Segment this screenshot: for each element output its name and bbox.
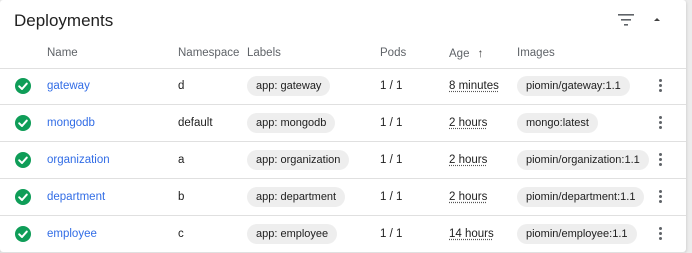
filter-icon[interactable] [618, 14, 634, 26]
age-cell[interactable]: 2 hours [449, 179, 487, 215]
label-chip: app: organization [247, 150, 350, 170]
column-header-labels: Labels [247, 47, 281, 59]
age-cell[interactable]: 8 minutes [449, 68, 499, 104]
column-header-namespace[interactable]: Namespace [178, 40, 239, 66]
age-cell[interactable]: 2 hours [449, 142, 487, 178]
table-row: gateway d app: gateway 1 / 1 8 minutes piomin… [0, 68, 686, 105]
more-vert-icon[interactable] [657, 227, 663, 241]
namespace-cell: c [178, 228, 184, 240]
more-vert-icon[interactable] [657, 153, 663, 167]
check-circle-icon [15, 115, 31, 131]
pods-cell: 1 / 1 [380, 191, 403, 203]
deployment-name-link[interactable]: department [47, 179, 105, 215]
image-chip: piomin/employee:1.1 [517, 224, 637, 244]
pods-cell: 1 / 1 [380, 117, 403, 129]
namespace-cell: d [178, 80, 185, 92]
table-row: employee c app: employee 1 / 1 14 hours piomi… [0, 216, 686, 253]
check-circle-icon [15, 152, 31, 168]
deployment-name-link[interactable]: mongodb [47, 105, 95, 141]
deployment-name-link[interactable]: gateway [47, 68, 90, 104]
namespace-cell: default [178, 117, 213, 129]
pods-cell: 1 / 1 [380, 154, 403, 166]
label-chip: app: department [247, 187, 346, 207]
card-header: Deployments [0, 0, 686, 40]
more-vert-icon[interactable] [657, 116, 663, 130]
sort-ascending-icon: ↑ [477, 46, 484, 60]
deployments-card: Deployments Name Namespace Labels Pods A… [0, 0, 686, 253]
column-header-name[interactable]: Name [47, 40, 78, 66]
check-circle-icon [15, 78, 31, 94]
check-circle-icon [15, 226, 31, 242]
card-title: Deployments [14, 11, 114, 30]
column-header-images: Images [517, 47, 555, 59]
column-header-pods: Pods [380, 47, 407, 59]
pods-cell: 1 / 1 [380, 80, 403, 92]
deployment-name-link[interactable]: organization [47, 142, 110, 178]
pods-cell: 1 / 1 [380, 228, 403, 240]
table-row: organization a app: organization 1 / 1 2 hou… [0, 142, 686, 179]
label-chip: app: employee [247, 224, 338, 244]
deployment-name-link[interactable]: employee [47, 216, 97, 252]
more-vert-icon[interactable] [657, 190, 663, 204]
column-header-age-label: Age [449, 48, 470, 60]
age-cell[interactable]: 14 hours [449, 216, 494, 252]
image-chip: mongo:latest [517, 113, 598, 133]
chevron-up-icon[interactable] [652, 14, 662, 24]
namespace-cell: a [178, 154, 185, 166]
more-vert-icon[interactable] [657, 79, 663, 93]
image-chip: piomin/department:1.1 [517, 187, 645, 207]
label-chip: app: gateway [247, 76, 331, 96]
check-circle-icon [15, 189, 31, 205]
image-chip: piomin/organization:1.1 [517, 150, 649, 170]
table-row: department b app: department 1 / 1 2 hours pi… [0, 179, 686, 216]
table-header: Name Namespace Labels Pods Age ↑ Images [0, 40, 686, 69]
label-chip: app: mongodb [247, 113, 336, 133]
image-chip: piomin/gateway:1.1 [517, 76, 630, 96]
namespace-cell: b [178, 191, 185, 203]
table-row: mongodb default app: mongodb 1 / 1 2 hours mo… [0, 105, 686, 142]
age-cell[interactable]: 2 hours [449, 105, 487, 141]
column-header-age[interactable]: Age ↑ [449, 40, 483, 67]
